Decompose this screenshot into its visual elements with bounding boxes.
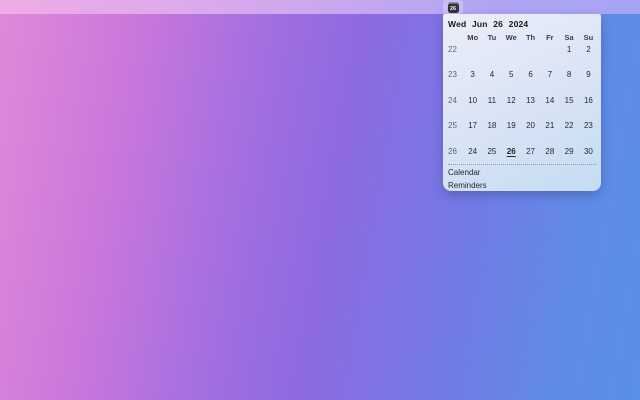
date-cell <box>521 44 540 69</box>
date-cell[interactable]: 18 <box>482 120 501 145</box>
week-number: 26 <box>447 146 463 163</box>
date-cell[interactable]: 2 <box>579 44 598 69</box>
date-cell[interactable]: 25 <box>482 146 501 163</box>
date-cell[interactable]: 3 <box>463 69 482 94</box>
menubar <box>0 0 640 14</box>
date-cell[interactable]: 17 <box>463 120 482 145</box>
day-header-su: Su <box>579 32 598 44</box>
date-cell[interactable]: 13 <box>521 95 540 120</box>
date-cell[interactable]: 14 <box>540 95 559 120</box>
date-cell[interactable]: 11 <box>482 95 501 120</box>
day-header-mo: Mo <box>463 32 482 44</box>
date-cell[interactable]: 30 <box>579 146 598 163</box>
day-header-fr: Fr <box>540 32 559 44</box>
date-cell[interactable]: 10 <box>463 95 482 120</box>
calendar-grid: Mo Tu We Th Fr Sa Su 22 1 2 23 3 4 5 6 7… <box>447 32 601 163</box>
date-cell[interactable]: 6 <box>521 69 540 94</box>
week-number: 25 <box>447 120 463 145</box>
date-cell[interactable]: 23 <box>579 120 598 145</box>
date-cell[interactable]: 21 <box>540 120 559 145</box>
menu-item-reminders[interactable]: Reminders <box>447 178 601 191</box>
week-number: 23 <box>447 69 463 94</box>
date-cell[interactable]: 8 <box>559 69 578 94</box>
date-cell[interactable]: 7 <box>540 69 559 94</box>
date-cell[interactable]: 27 <box>521 146 540 163</box>
date-cell <box>463 44 482 69</box>
day-header-th: Th <box>521 32 540 44</box>
week-number: 22 <box>447 44 463 69</box>
date-cell[interactable]: 29 <box>559 146 578 163</box>
week-number: 24 <box>447 95 463 120</box>
date-cell[interactable]: 16 <box>579 95 598 120</box>
date-cell[interactable]: 15 <box>559 95 578 120</box>
calendar-popup: Wed Jun 26 2024 Mo Tu We Th Fr Sa Su 22 … <box>443 14 601 191</box>
date-cell-today[interactable]: 26 <box>502 146 521 163</box>
date-cell[interactable]: 28 <box>540 146 559 163</box>
date-cell <box>502 44 521 69</box>
date-cell[interactable]: 24 <box>463 146 482 163</box>
date-cell[interactable]: 12 <box>502 95 521 120</box>
date-cell[interactable]: 1 <box>559 44 578 69</box>
date-cell[interactable]: 4 <box>482 69 501 94</box>
menu-item-calendar[interactable]: Calendar <box>447 165 601 178</box>
day-header-sa: Sa <box>559 32 578 44</box>
date-cell[interactable]: 9 <box>579 69 598 94</box>
calendar-icon: 26 <box>448 2 459 13</box>
date-cell <box>482 44 501 69</box>
date-cell[interactable]: 5 <box>502 69 521 94</box>
menubar-calendar-item[interactable]: 26 <box>443 0 463 14</box>
date-cell <box>540 44 559 69</box>
date-cell[interactable]: 19 <box>502 120 521 145</box>
date-cell[interactable]: 22 <box>559 120 578 145</box>
week-column-header <box>447 32 463 44</box>
day-header-tu: Tu <box>482 32 501 44</box>
date-cell[interactable]: 20 <box>521 120 540 145</box>
popup-date-title: Wed Jun 26 2024 <box>448 20 601 29</box>
day-header-we: We <box>502 32 521 44</box>
